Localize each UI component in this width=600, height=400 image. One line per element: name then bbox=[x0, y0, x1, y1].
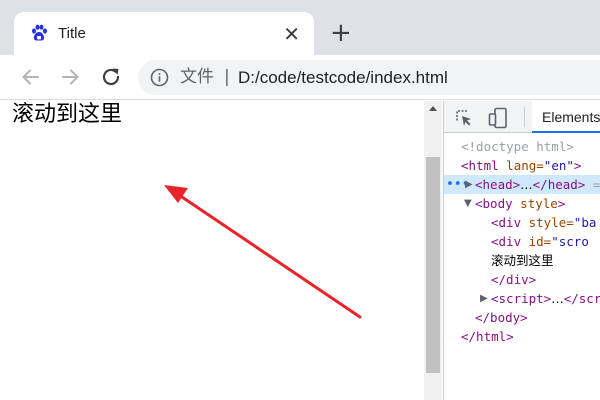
head-tail: = bbox=[585, 177, 600, 192]
dom-node-doctype[interactable]: <!doctype html> bbox=[444, 137, 600, 156]
tab-title: Title bbox=[58, 25, 86, 42]
body-attr: style bbox=[512, 196, 558, 211]
browser-tab[interactable]: Title ✕ bbox=[14, 12, 314, 55]
url-scheme-label: 文件 bbox=[180, 67, 214, 87]
collapse-triangle-icon[interactable]: ▼ bbox=[464, 194, 472, 213]
head-open-tag: <head> bbox=[475, 177, 521, 192]
vertical-scrollbar[interactable] bbox=[424, 101, 442, 400]
head-close-tag: </head> bbox=[532, 177, 586, 192]
address-bar[interactable]: 文件 | D:/code/testcode/index.html bbox=[138, 60, 600, 95]
new-tab-icon[interactable]: + bbox=[330, 20, 352, 46]
baidu-paw-icon bbox=[32, 24, 47, 41]
reload-icon bbox=[102, 68, 120, 86]
scroll-up-arrow-icon[interactable] bbox=[424, 101, 442, 117]
scrollbar-thumb[interactable] bbox=[426, 156, 440, 373]
div1-tag: <div bbox=[491, 215, 522, 230]
reload-button[interactable] bbox=[98, 64, 124, 90]
dom-node-body[interactable]: ▼ <body style> bbox=[444, 194, 600, 213]
info-icon[interactable] bbox=[150, 68, 169, 87]
div2-attr-value: "scro bbox=[551, 234, 589, 249]
dom-tree: <!doctype html> <html lang="en"> ••• ▶ <… bbox=[444, 137, 600, 346]
html-tag-close: > bbox=[573, 158, 582, 173]
tab-close-icon[interactable]: ✕ bbox=[283, 24, 300, 44]
url-separator: | bbox=[224, 67, 230, 87]
doctype-text: <!doctype html> bbox=[461, 139, 574, 154]
tab-strip: Title ✕ + bbox=[0, 0, 600, 55]
dom-node-body-close[interactable]: </body> bbox=[444, 308, 600, 327]
div1-attr-value: "ba bbox=[573, 215, 597, 230]
html-tag: <html bbox=[461, 158, 499, 173]
back-button[interactable] bbox=[18, 64, 44, 90]
head-ellipsis: … bbox=[520, 177, 533, 192]
expand-triangle-icon[interactable]: ▶ bbox=[465, 175, 473, 194]
dom-node-head[interactable]: ••• ▶ <head>…</head> = bbox=[444, 175, 600, 194]
body-tag-close: > bbox=[557, 196, 566, 211]
devtools-toolbar-divider bbox=[524, 107, 525, 127]
script-close-tag: </scr bbox=[563, 291, 600, 306]
expand-triangle-icon[interactable]: ▶ bbox=[480, 289, 488, 308]
div2-text-content: 滚动到这里 bbox=[491, 253, 554, 268]
dom-node-html[interactable]: <html lang="en"> bbox=[444, 156, 600, 175]
dom-node-div-id[interactable]: <div id="scro bbox=[444, 232, 600, 251]
div1-attr: style= bbox=[521, 215, 574, 230]
body-close-tag: </body> bbox=[475, 310, 528, 325]
browser-toolbar: 文件 | D:/code/testcode/index.html bbox=[0, 55, 600, 100]
div-close-tag: </div> bbox=[491, 272, 537, 287]
body-tag: <body bbox=[475, 196, 513, 211]
url-text[interactable]: D:/code/testcode/index.html bbox=[238, 67, 448, 88]
dom-node-div-style[interactable]: <div style="ba bbox=[444, 213, 600, 232]
red-arrow-annotation bbox=[164, 185, 362, 319]
dom-node-html-close[interactable]: </html> bbox=[444, 327, 600, 346]
forward-button[interactable] bbox=[57, 64, 83, 90]
forward-arrow-icon bbox=[62, 69, 79, 85]
script-ellipsis: … bbox=[551, 291, 564, 306]
page-viewport[interactable]: 滚动到这里 bbox=[0, 101, 442, 400]
html-attr: lang= bbox=[498, 158, 544, 173]
div2-tag: <div bbox=[491, 234, 522, 249]
devtools-panel: Elements <!doctype html> <html lang="en"… bbox=[443, 101, 600, 400]
tab-elements[interactable]: Elements bbox=[532, 101, 600, 133]
device-toolbar-icon[interactable] bbox=[488, 107, 508, 129]
script-open-tag: <script> bbox=[491, 291, 552, 306]
dom-node-text[interactable]: 滚动到这里 bbox=[444, 251, 600, 270]
html-attr-value: "en" bbox=[543, 158, 574, 173]
div2-attr: id= bbox=[521, 234, 552, 249]
dom-node-script[interactable]: ▶ <script>…</scr bbox=[444, 289, 600, 308]
back-arrow-icon bbox=[22, 69, 39, 85]
inspect-element-icon[interactable] bbox=[454, 108, 474, 128]
dom-node-div-close[interactable]: </div> bbox=[444, 270, 600, 289]
devtools-toolbar: Elements bbox=[444, 101, 600, 133]
html-close-tag: </html> bbox=[461, 329, 514, 344]
